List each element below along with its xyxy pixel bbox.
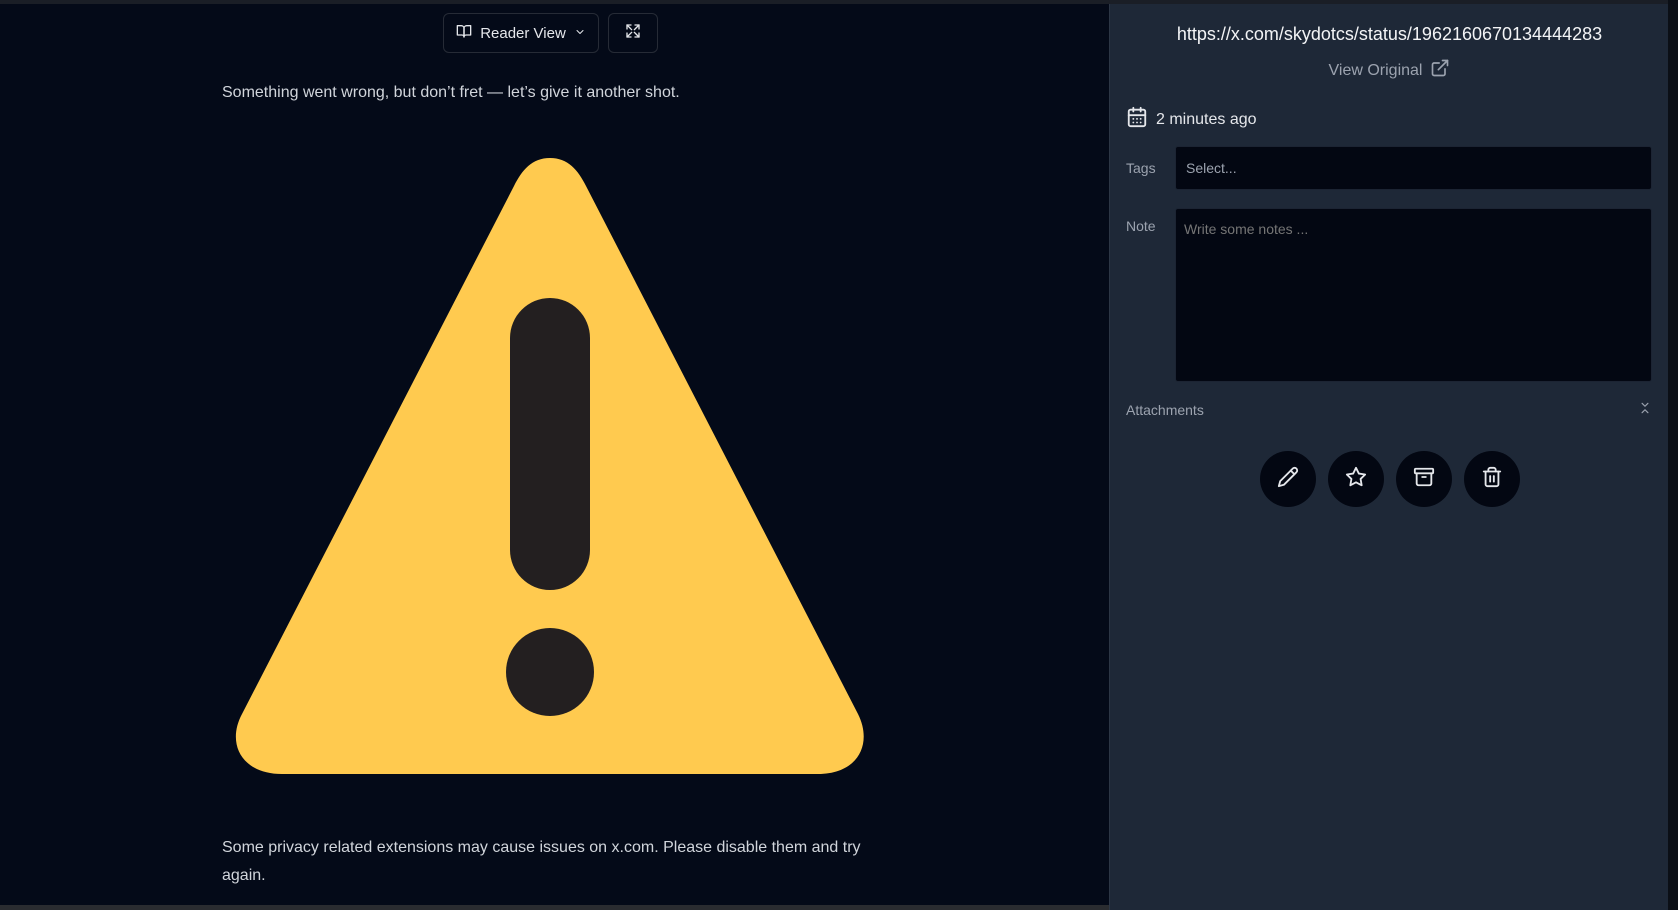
privacy-message: Some privacy related extensions may caus…: [222, 839, 861, 884]
window-right-border: [1668, 0, 1678, 910]
fullscreen-button[interactable]: [608, 13, 658, 53]
book-open-icon: [456, 23, 472, 43]
delete-button[interactable]: [1464, 451, 1520, 507]
tags-select[interactable]: Select...: [1175, 146, 1652, 190]
reader-toolbar: Reader View: [443, 13, 658, 53]
calendar-icon: [1126, 106, 1148, 133]
favorite-button[interactable]: [1328, 451, 1384, 507]
warning-icon: [228, 154, 872, 784]
archive-icon: [1413, 466, 1435, 493]
window-bottom-border: [0, 905, 1109, 910]
expand-icon: [625, 23, 641, 44]
view-original-label: View Original: [1328, 61, 1423, 79]
star-icon: [1345, 466, 1367, 493]
tags-label: Tags: [1126, 160, 1156, 176]
trash-icon: [1481, 466, 1503, 493]
action-buttons: [1260, 451, 1520, 507]
chevron-down-icon: [574, 25, 586, 42]
attachments-label: Attachments: [1126, 402, 1204, 418]
date-text: 2 minutes ago: [1156, 110, 1257, 128]
note-label: Note: [1126, 218, 1156, 234]
details-panel: https://x.com/skydotcs/status/1962160670…: [1109, 4, 1668, 910]
view-original-link[interactable]: View Original: [1110, 58, 1669, 83]
bookmark-url[interactable]: https://x.com/skydotcs/status/1962160670…: [1110, 24, 1669, 45]
reader-view-label: Reader View: [480, 24, 566, 42]
note-textarea[interactable]: [1175, 208, 1652, 382]
archive-button[interactable]: [1396, 451, 1452, 507]
reader-pane: Reader View Something went wrong, but do…: [0, 4, 1109, 905]
date-row: 2 minutes ago: [1126, 106, 1257, 133]
collapse-icon[interactable]: [1638, 401, 1652, 415]
reader-view-dropdown[interactable]: Reader View: [443, 13, 599, 53]
app-window: Reader View Something went wrong, but do…: [0, 0, 1678, 910]
pencil-icon: [1277, 466, 1299, 493]
edit-button[interactable]: [1260, 451, 1316, 507]
external-link-icon: [1430, 58, 1450, 83]
error-message: Something went wrong, but don’t fret — l…: [222, 84, 680, 101]
tags-placeholder: Select...: [1186, 160, 1237, 176]
